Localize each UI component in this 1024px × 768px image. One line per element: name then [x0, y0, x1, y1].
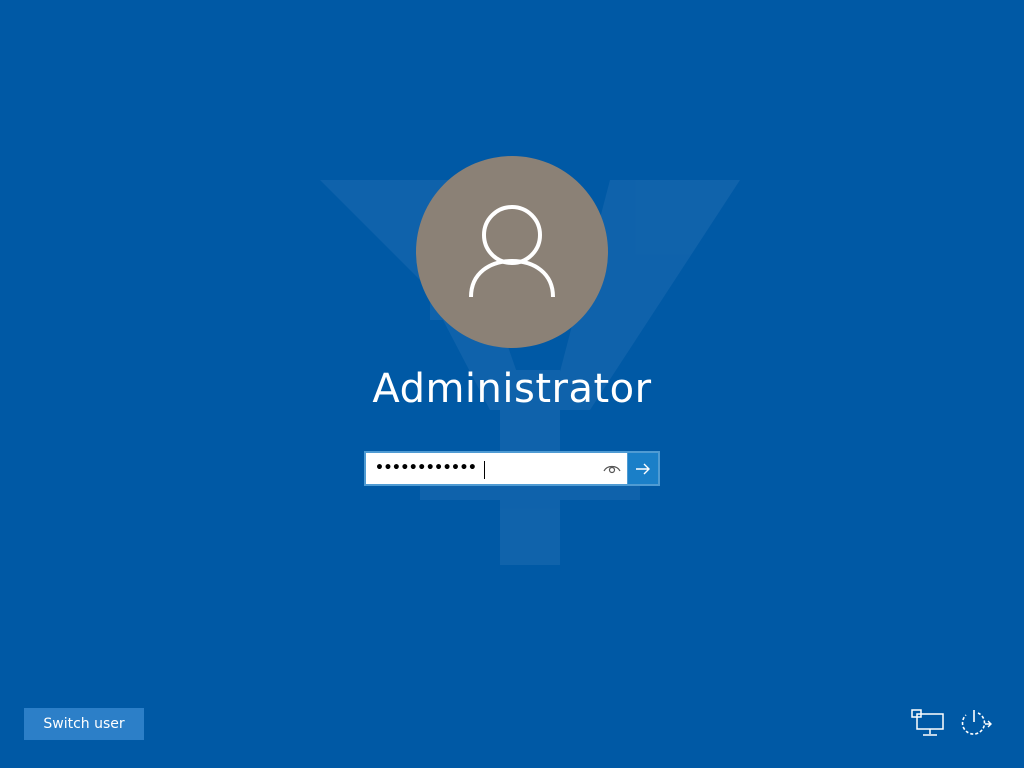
user-avatar — [416, 156, 608, 348]
text-caret — [484, 461, 485, 479]
power-button[interactable] — [957, 704, 993, 742]
arrow-right-icon — [636, 463, 650, 474]
reveal-password-button[interactable] — [597, 453, 627, 484]
network-button[interactable] — [910, 704, 946, 742]
password-box: •••••••••••• — [364, 451, 660, 486]
submit-button[interactable] — [627, 453, 658, 484]
lock-screen: Administrator •••••••••••• Switch user — [0, 0, 1024, 768]
power-icon — [961, 710, 992, 735]
switch-user-button[interactable]: Switch user — [24, 708, 144, 740]
password-masked-value: •••••••••••• — [375, 460, 477, 476]
password-field[interactable]: •••••••••••• — [366, 453, 627, 484]
user-silhouette-icon — [469, 205, 555, 298]
network-icon — [911, 709, 944, 736]
eye-icon — [603, 465, 621, 473]
user-name: Administrator — [372, 366, 652, 412]
